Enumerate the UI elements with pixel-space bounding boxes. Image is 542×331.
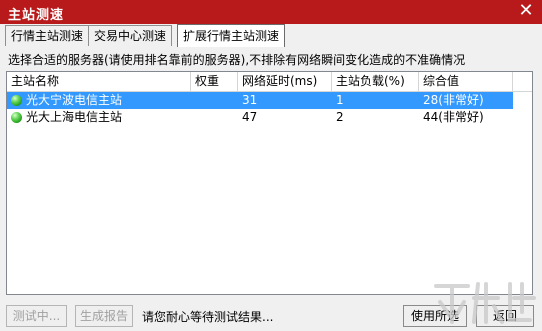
- testing-button[interactable]: 测试中...: [6, 305, 67, 327]
- server-weight: [191, 109, 238, 126]
- title-bar: 主站测速 ✕: [0, 0, 542, 24]
- list-header: 主站名称 权重 网络延时(ms) 主站负载(%) 综合值: [7, 72, 532, 92]
- tab-trade-center[interactable]: 交易中心测速: [88, 25, 173, 46]
- column-header-weight[interactable]: 权重: [191, 72, 238, 91]
- server-name: 光大宁波电信主站: [26, 93, 123, 107]
- server-score: 28(非常好): [423, 93, 484, 107]
- server-list[interactable]: 主站名称 权重 网络延时(ms) 主站负载(%) 综合值 光大宁波电信主站 31…: [6, 71, 533, 295]
- status-text: 请您耐心等待测试结果...: [142, 310, 274, 324]
- server-weight: [191, 92, 238, 109]
- server-name: 光大上海电信主站: [26, 110, 123, 124]
- tab-extended-market-server[interactable]: 扩展行情主站测速: [177, 24, 286, 47]
- column-header-name[interactable]: 主站名称: [7, 72, 191, 91]
- column-header-latency[interactable]: 网络延时(ms): [238, 72, 332, 91]
- green-status-icon: [11, 112, 22, 123]
- watermark-logo: [434, 282, 536, 324]
- generate-report-button[interactable]: 生成报告: [75, 305, 133, 327]
- green-status-icon: [11, 95, 22, 106]
- speed-test-dialog: 主站测速 ✕ 行情主站测速 交易中心测速 扩展行情主站测速 选择合适的服务器(请…: [0, 0, 542, 331]
- instruction-text: 选择合适的服务器(请使用排名靠前的服务器),不排除有网络瞬间变化造成的不准确情况: [8, 53, 466, 67]
- server-load: 2: [336, 110, 344, 124]
- table-row[interactable]: 光大上海电信主站 47 2 44(非常好): [7, 109, 532, 126]
- server-latency: 47: [242, 110, 258, 124]
- close-icon[interactable]: ✕: [516, 1, 536, 21]
- server-load: 1: [336, 93, 344, 107]
- server-latency: 31: [242, 93, 258, 107]
- table-row[interactable]: 光大宁波电信主站 31 1 28(非常好): [7, 92, 532, 109]
- column-header-score[interactable]: 综合值: [419, 72, 513, 91]
- tab-market-server[interactable]: 行情主站测速: [5, 25, 90, 46]
- column-header-load[interactable]: 主站负载(%): [332, 72, 419, 91]
- server-score: 44(非常好): [423, 110, 484, 124]
- window-title: 主站测速: [8, 8, 65, 23]
